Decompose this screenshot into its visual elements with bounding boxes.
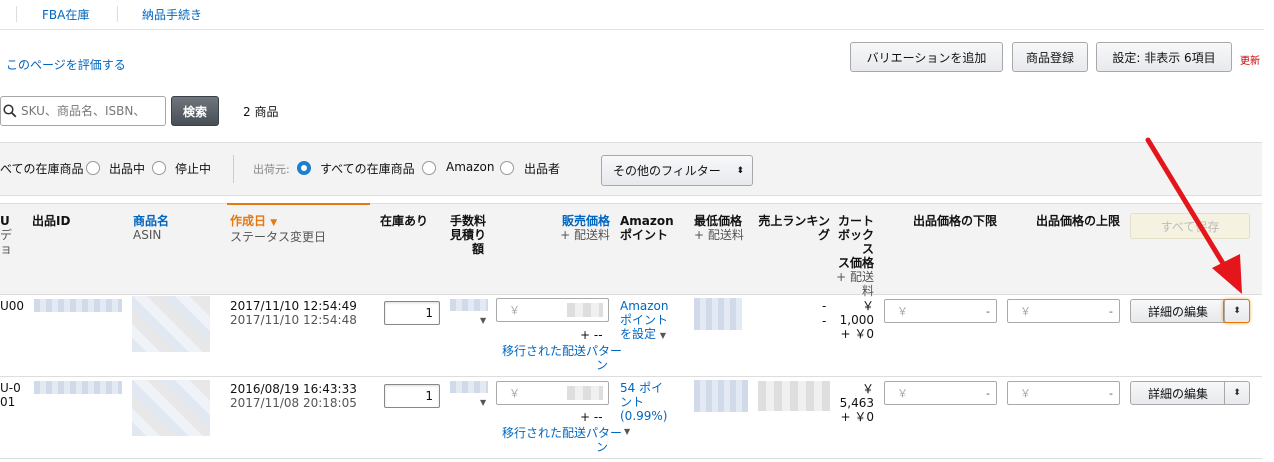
ship-seller-label: 出品者	[524, 162, 561, 176]
col-product-name[interactable]: 商品名 ASIN	[133, 214, 169, 242]
row1-min-price-input[interactable]: ￥ -	[884, 299, 997, 323]
ship-amazon-label: Amazon	[446, 160, 495, 174]
other-filters-label: その他のフィルター	[613, 164, 721, 178]
add-variation-button[interactable]: バリエーションを追加	[850, 42, 1003, 72]
row-divider	[0, 458, 1262, 459]
filter-divider	[233, 155, 234, 183]
filter-inactive-label: 停止中	[175, 162, 212, 176]
chevron-updown-icon: ⬍	[736, 165, 744, 176]
filter-active-label: 出品中	[109, 162, 146, 176]
sort-desc-icon: ▼	[270, 218, 278, 228]
row1-qty-input[interactable]: 1	[384, 301, 440, 325]
row2-sku: U-0 01	[0, 381, 21, 409]
radio-ship-all[interactable]	[297, 161, 311, 175]
row1-lowest-price-redacted	[694, 298, 742, 330]
row2-status-changed: 2017/11/08 20:18:05	[230, 396, 357, 410]
radio-ship-amazon[interactable]	[422, 161, 436, 175]
col-price-max: 出品価格の上限	[1036, 214, 1121, 228]
col-lowest-price: 最低価格 + 配送料	[694, 214, 744, 242]
row1-rank-1: -	[822, 299, 827, 313]
row1-cart-price: ￥ 1,000 + ￥0	[839, 299, 874, 341]
row1-fee-caret-icon[interactable]: ▼	[480, 316, 486, 325]
update-link[interactable]: 更新	[1240, 52, 1260, 67]
col-created-date[interactable]: 作成日 ▼ ステータス変更日	[230, 214, 326, 244]
row2-fee-redacted	[450, 381, 488, 393]
row1-points-link[interactable]: Amazon ポイント を設定 ▼	[620, 299, 669, 343]
row2-edit-details-button[interactable]: 詳細の編集 ⬍	[1130, 381, 1250, 405]
row2-cart-price: ￥ 5,463 + ￥0	[839, 382, 874, 424]
col-sale-price[interactable]: 販売価格 + 配送料	[540, 214, 610, 242]
row2-min-price-input[interactable]: ￥ -	[884, 381, 997, 405]
row2-rank-redacted	[758, 381, 830, 411]
row1-product-image-redacted	[132, 296, 210, 352]
chevron-down-icon: ▼	[624, 427, 631, 436]
row1-max-price-input[interactable]: ￥ -	[1007, 299, 1120, 323]
annotation-arrow-icon	[1145, 137, 1242, 294]
nav-divider	[16, 6, 17, 22]
settings-button[interactable]: 設定: 非表示 6項目	[1096, 42, 1232, 72]
col-amazon-points: Amazon ポイント	[620, 214, 674, 242]
row2-edit-dropdown-icon[interactable]: ⬍	[1224, 382, 1249, 404]
sort-indicator-bar	[227, 203, 370, 205]
row1-price-input[interactable]: ￥	[496, 298, 609, 322]
row1-rank-2: -	[822, 314, 827, 328]
nav-shipment[interactable]: 納品手続き	[142, 6, 202, 23]
row1-fee-redacted	[450, 299, 488, 311]
col-listing-id: 出品ID	[32, 214, 71, 228]
radio-ship-seller[interactable]	[500, 161, 514, 175]
search-icon	[3, 104, 17, 118]
row2-shipping-pattern-link[interactable]: 移行された配送パターン	[502, 426, 622, 454]
nav-fba-inventory[interactable]: FBA在庫	[42, 6, 89, 23]
row1-sku: U00	[0, 299, 25, 313]
rate-page-link[interactable]: このページを評価する	[6, 56, 126, 73]
chevron-down-icon: ▼	[659, 331, 666, 340]
row1-listing-id-redacted	[34, 299, 122, 312]
row2-points-link[interactable]: 54 ポイ ント (0.99%) ▼	[620, 381, 667, 439]
row2-max-price-input[interactable]: ￥ -	[1007, 381, 1120, 405]
col-in-stock[interactable]: 在庫あり	[380, 214, 428, 228]
col-cart-box-price: カート ボックス ス価格 + 配送料	[836, 214, 874, 298]
product-count: 2 商品	[243, 105, 279, 119]
row1-shipping: + --	[580, 328, 603, 342]
other-filters-dropdown[interactable]: その他のフィルター ⬍	[601, 155, 753, 186]
ship-all-label: すべての在庫商品	[320, 162, 415, 176]
search-button[interactable]: 検索	[171, 96, 219, 126]
nav-underline	[0, 29, 1264, 30]
radio-status-inactive[interactable]	[152, 161, 166, 175]
row2-listing-id-redacted	[34, 381, 122, 394]
row2-price-input[interactable]: ￥	[496, 381, 609, 405]
row1-status-changed: 2017/11/10 12:54:48	[230, 313, 357, 327]
col-sales-rank: 売上ランキング	[758, 214, 830, 242]
col-sku-partial[interactable]: Uデョ	[0, 214, 12, 256]
ship-from-label: 出荷元:	[253, 163, 290, 176]
col-fee-estimate: 手数料 見積り額	[450, 214, 487, 256]
nav-divider	[117, 6, 118, 22]
filter-all-inventory-label: べての在庫商品	[0, 162, 84, 176]
search-box[interactable]	[0, 96, 166, 126]
row2-created: 2016/08/19 16:43:33	[230, 382, 357, 396]
row2-qty-input[interactable]: 1	[384, 384, 440, 408]
row1-shipping-pattern-link[interactable]: 移行された配送パターン	[502, 344, 622, 372]
col-price-min: 出品価格の下限	[913, 214, 998, 228]
radio-status-active[interactable]	[86, 161, 100, 175]
row2-product-image-redacted	[132, 380, 210, 436]
register-product-button[interactable]: 商品登録	[1012, 42, 1088, 72]
row-divider	[0, 376, 1262, 377]
search-input[interactable]	[21, 104, 161, 118]
row2-lowest-price-redacted	[694, 380, 748, 412]
row1-created: 2017/11/10 12:54:49	[230, 299, 357, 313]
row2-fee-caret-icon[interactable]: ▼	[480, 398, 486, 407]
row2-shipping: + --	[580, 410, 603, 424]
